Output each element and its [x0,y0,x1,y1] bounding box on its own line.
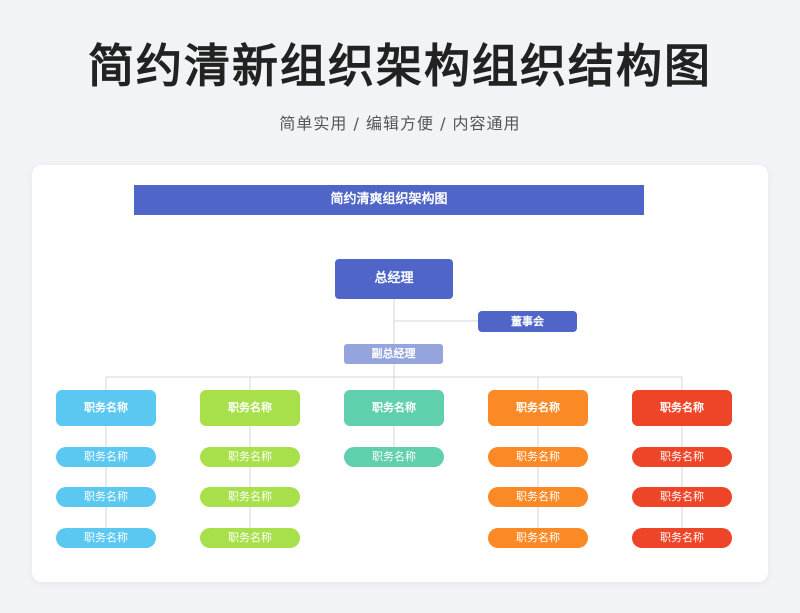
position-node: 职务名称 [632,447,732,467]
position-node: 职务名称 [344,447,444,467]
position-node: 职务名称 [56,487,156,507]
connector-lines [105,299,683,529]
position-node: 职务名称 [56,447,156,467]
department-node: 职务名称 [200,390,300,426]
department-node: 职务名称 [632,390,732,426]
position-node: 职务名称 [632,528,732,548]
position-node: 职务名称 [488,447,588,467]
board-node: 董事会 [478,311,577,332]
position-node: 职务名称 [488,528,588,548]
position-node: 职务名称 [200,487,300,507]
position-node: 职务名称 [488,487,588,507]
page-title: 简约清新组织架构组织结构图 [88,39,712,93]
general-manager-node: 总经理 [335,259,453,299]
department-node: 职务名称 [344,390,444,426]
position-node: 职务名称 [200,447,300,467]
deputy-manager-node: 副总经理 [344,344,443,364]
position-node: 职务名称 [56,528,156,548]
position-node: 职务名称 [632,487,732,507]
position-node: 职务名称 [200,528,300,548]
department-node: 职务名称 [56,390,156,426]
page-subtitle: 简单实用 / 编辑方便 / 内容通用 [279,114,521,133]
department-node: 职务名称 [488,390,588,426]
org-chart-card: 简约清爽组织架构图 总经理 董事会 副总经理 职务名称 职务名称 职务名称 职务名称职… [32,165,768,582]
